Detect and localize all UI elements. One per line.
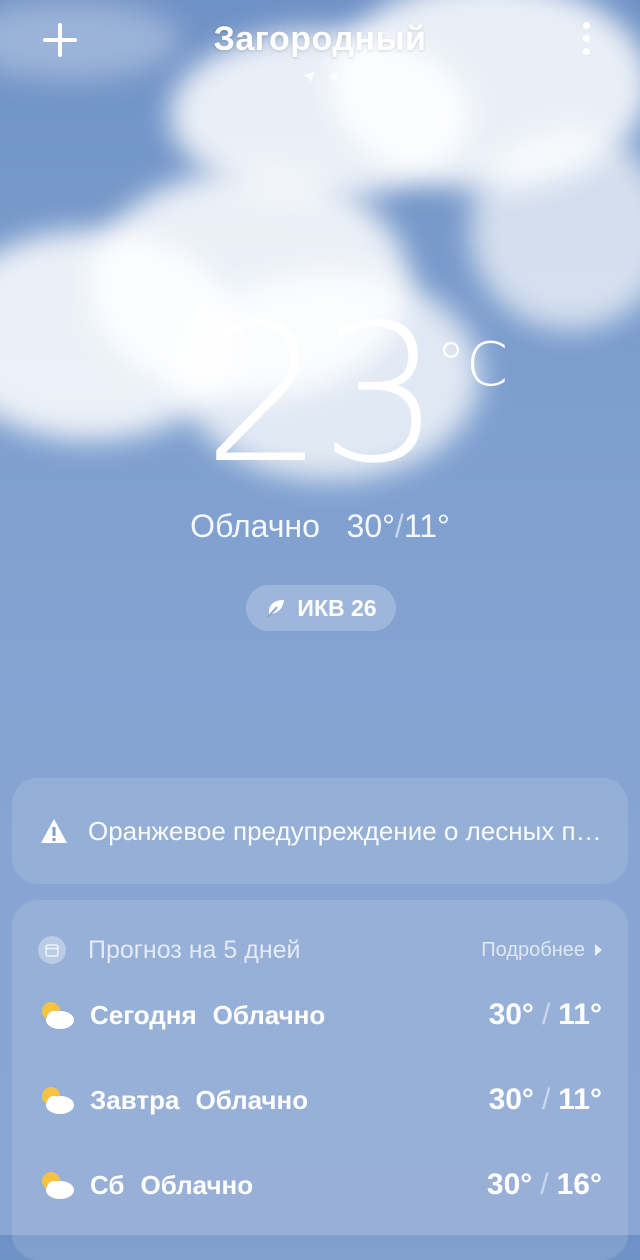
top-bar: Загородный <box>0 0 640 110</box>
page-indicator <box>0 70 640 84</box>
forecast-condition: Облачно <box>140 1169 254 1200</box>
forecast-low: 11° <box>558 998 602 1031</box>
temperature-value: 23 <box>203 284 441 505</box>
low-temp: 11° <box>403 508 450 544</box>
forecast-row[interactable]: Завтра Облачно 30°/11° <box>38 1075 602 1125</box>
page-dot <box>330 73 338 81</box>
forecast-header: Прогноз на 5 дней Подробнее <box>38 930 602 970</box>
city-name[interactable]: Загородный <box>0 20 640 59</box>
forecast-condition: Облачно <box>212 999 326 1030</box>
condition-line: Облачно 30°/11° <box>190 508 450 544</box>
forecast-high: 30° <box>488 1083 534 1116</box>
more-vertical-icon <box>583 22 590 29</box>
chevron-right-icon <box>595 944 602 956</box>
forecast-day: Сегодня <box>90 999 197 1030</box>
forecast-row[interactable]: Сб Облачно 30°/16° <box>38 1160 602 1210</box>
forecast-high: 30° <box>486 1168 533 1201</box>
more-options-button[interactable] <box>580 22 594 56</box>
aqi-label: ИКВ 26 <box>297 594 377 621</box>
forecast-more-link[interactable]: Подробнее <box>481 939 602 962</box>
aqi-badge[interactable]: ИКВ 26 <box>246 585 396 631</box>
forecast-row[interactable]: Сегодня Облачно 30°/11° <box>38 990 602 1040</box>
warning-icon <box>41 819 67 843</box>
forecast-card: Прогноз на 5 дней Подробнее Сегодня Обла… <box>12 900 628 1260</box>
forecast-day: Завтра <box>90 1084 180 1115</box>
forecast-day: Сб <box>90 1169 125 1200</box>
forecast-low: 11° <box>558 1083 602 1116</box>
high-temp: 30° <box>346 508 395 544</box>
partly-cloudy-icon <box>42 1087 74 1114</box>
forecast-title: Прогноз на 5 дней <box>88 935 301 964</box>
weather-alert-card[interactable]: Оранжевое предупреждение о лесных пожара… <box>12 778 628 884</box>
forecast-temps: 30°/11° <box>488 998 602 1031</box>
alert-text: Оранжевое предупреждение о лесных пожара… <box>88 815 603 846</box>
current-temperature: 23 °C <box>0 300 640 490</box>
location-arrow-icon <box>303 71 315 83</box>
partly-cloudy-icon <box>42 1172 74 1199</box>
temperature-unit: °C <box>436 330 508 400</box>
calendar-icon <box>38 936 66 964</box>
forecast-condition: Облачно <box>195 1084 309 1115</box>
forecast-low: 16° <box>556 1168 602 1201</box>
forecast-high: 30° <box>488 998 534 1031</box>
leaf-icon <box>267 600 285 618</box>
forecast-temps: 30°/16° <box>486 1168 602 1201</box>
partly-cloudy-icon <box>42 1002 74 1029</box>
forecast-temps: 30°/11° <box>488 1083 602 1116</box>
condition-text: Облачно <box>190 508 320 544</box>
forecast-more-label: Подробнее <box>481 938 585 961</box>
